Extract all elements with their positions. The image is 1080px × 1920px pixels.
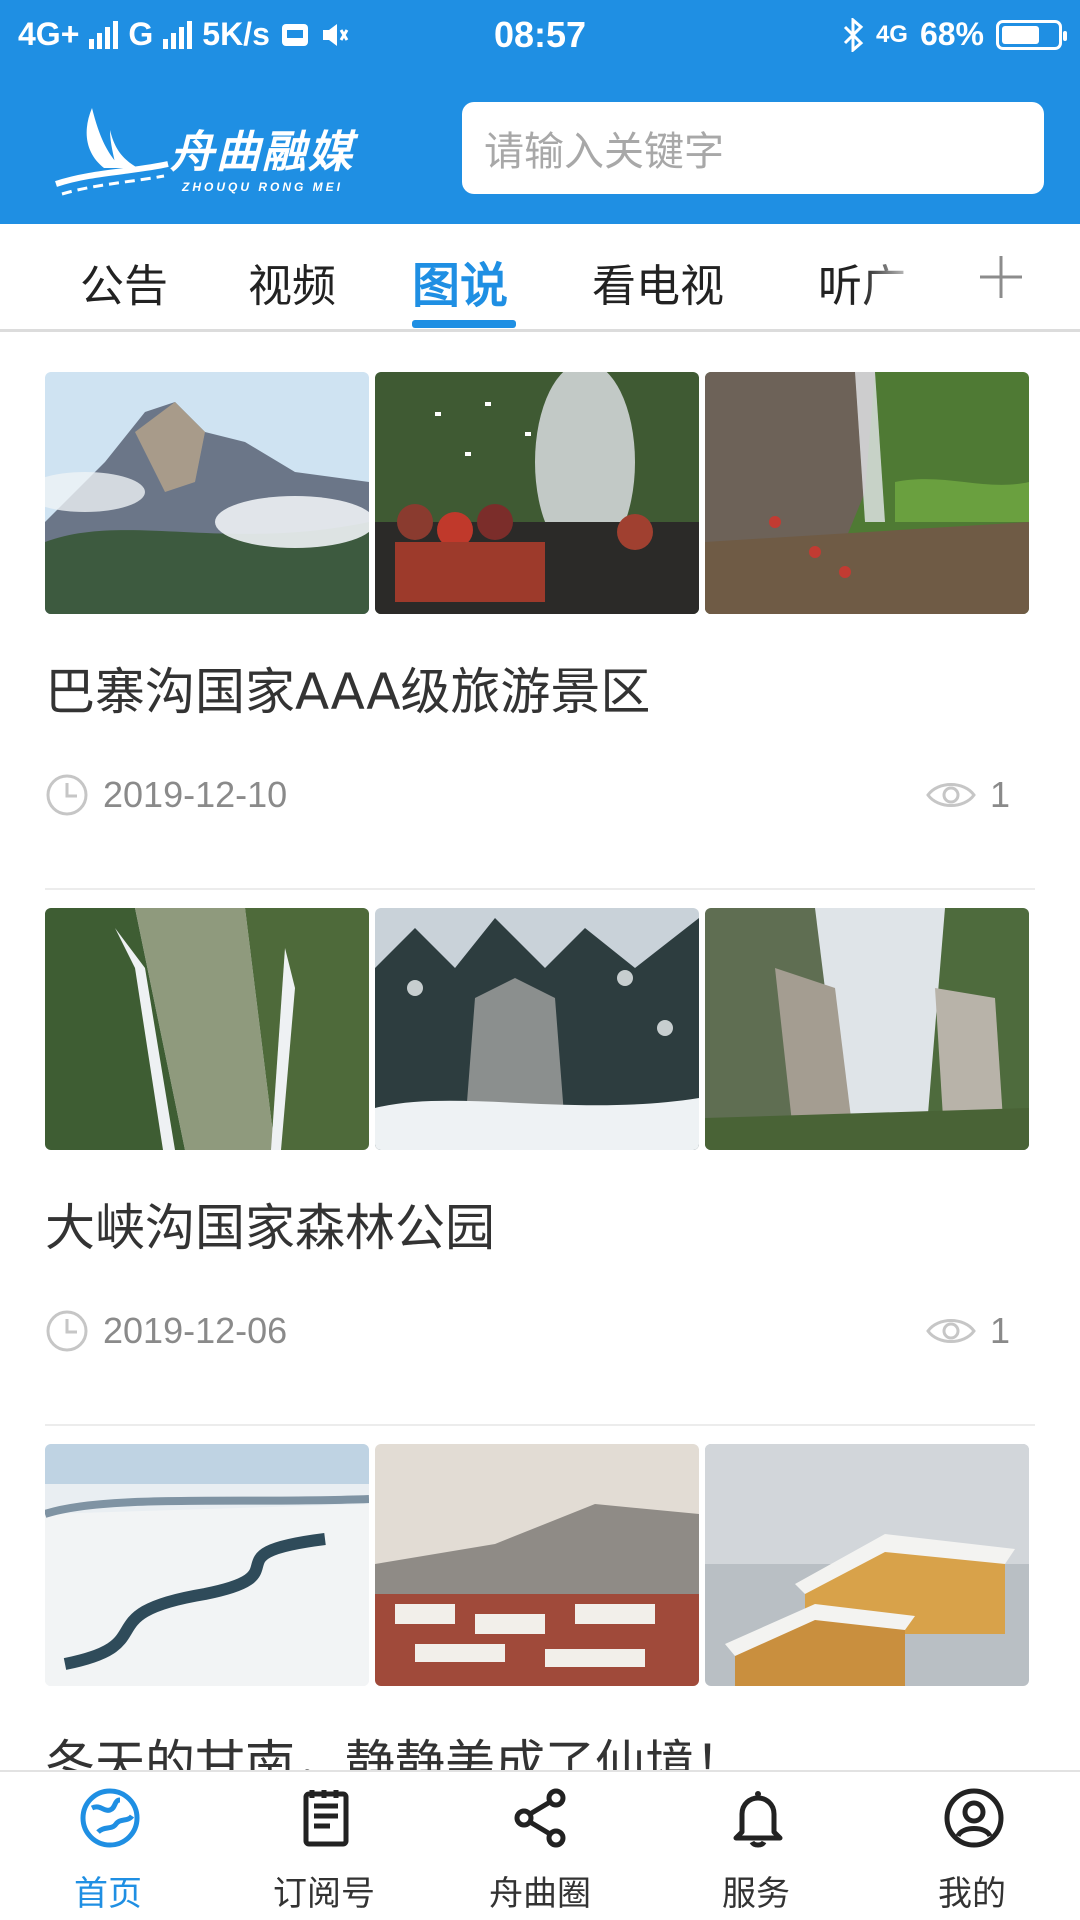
nav-subscriptions[interactable]: 订阅号 <box>234 1772 414 1920</box>
nav-services[interactable]: 服务 <box>666 1772 846 1920</box>
views-eye-icon <box>926 783 976 807</box>
monastery-photo[interactable] <box>375 1444 699 1686</box>
view-count: 1 <box>989 774 1010 815</box>
snow-forest-photo[interactable] <box>375 908 699 1150</box>
gorge-photo[interactable] <box>705 908 1029 1150</box>
tab-videos[interactable]: 视频 <box>248 250 336 314</box>
network-right-label: 4G <box>875 20 908 48</box>
list-item[interactable]: 大峡沟国家森林公园 2019-12-06 1 <box>0 908 1080 1444</box>
cliff-photo[interactable] <box>705 372 1029 614</box>
nav-profile[interactable]: 我的 <box>882 1772 1062 1920</box>
app-screen: 4G+ G 5K/s 08:57 4G 68% 舟曲融媒 ZHOUQU RONG… <box>0 0 1080 1920</box>
view-count: 1 <box>989 1310 1010 1351</box>
search-input[interactable]: 请输入关键字 <box>462 102 1044 194</box>
logo-subtext: ZHOUQU RONG MEI <box>182 180 343 194</box>
nav-circle[interactable]: 舟曲圈 <box>450 1772 630 1920</box>
list-item[interactable]: 巴寨沟国家AAA级旅游景区 2019-12-10 1 <box>0 372 1080 908</box>
document-icon <box>303 1790 349 1847</box>
category-tabs: 公告 视频 图说 看电视 听广 <box>0 224 1080 332</box>
sail-logo-icon <box>55 108 169 196</box>
nav-home-label: 首页 <box>74 1874 142 1914</box>
festival-photo[interactable] <box>375 372 699 614</box>
mountain-photo[interactable] <box>45 372 369 614</box>
divider <box>45 888 1035 890</box>
bluetooth-icon <box>843 17 864 52</box>
tab-photo-stories[interactable]: 图说 <box>412 246 508 316</box>
article-date: 2019-12-06 <box>103 1310 288 1351</box>
battery-icon <box>996 19 1067 50</box>
active-tab-indicator <box>412 320 516 328</box>
globe-icon <box>80 1788 140 1848</box>
article-meta: 2019-12-10 1 <box>45 770 1010 820</box>
tab-watch-tv[interactable]: 看电视 <box>592 250 724 314</box>
article-title[interactable]: 巴寨沟国家AAA级旅游景区 <box>45 652 650 724</box>
app-bar: 舟曲融媒 ZHOUQU RONG MEI 请输入关键字 <box>0 86 1080 224</box>
battery-percent: 68% <box>919 16 984 52</box>
app-logo[interactable]: 舟曲融媒 ZHOUQU RONG MEI <box>52 102 382 202</box>
thumbnail-row <box>45 1444 1030 1686</box>
nav-services-label: 服务 <box>722 1874 790 1914</box>
add-channel-icon[interactable] <box>978 254 1024 300</box>
header: 4G+ G 5K/s 08:57 4G 68% 舟曲融媒 ZHOUQU RONG… <box>0 0 1080 224</box>
logo-text: 舟曲融媒 <box>170 127 354 178</box>
thumbnail-row <box>45 908 1030 1150</box>
snow-village-photo[interactable] <box>705 1444 1029 1686</box>
share-icon <box>514 1788 566 1848</box>
nav-subscriptions-label: 订阅号 <box>273 1874 375 1914</box>
bell-icon <box>733 1791 783 1848</box>
nav-circle-label: 舟曲圈 <box>489 1874 591 1914</box>
status-bar: 4G+ G 5K/s 08:57 4G 68% <box>0 0 1080 76</box>
search-placeholder: 请输入关键字 <box>484 129 724 175</box>
user-icon <box>944 1788 1004 1848</box>
nav-profile-label: 我的 <box>938 1874 1006 1914</box>
article-date: 2019-12-10 <box>103 774 288 815</box>
clock-icon <box>46 1310 88 1352</box>
views-eye-icon <box>926 1319 976 1343</box>
tab-fade <box>862 224 952 324</box>
clock-icon <box>46 774 88 816</box>
waterfall-photo[interactable] <box>45 908 369 1150</box>
snow-river-photo[interactable] <box>45 1444 369 1686</box>
divider <box>45 1424 1035 1426</box>
bottom-navigation: 首页 订阅号 舟曲圈 服务 我的 <box>0 1770 1080 1920</box>
thumbnail-row <box>45 372 1030 614</box>
article-meta: 2019-12-06 1 <box>45 1306 1010 1356</box>
article-title[interactable]: 大峡沟国家森林公园 <box>45 1188 495 1260</box>
tab-announcements[interactable]: 公告 <box>80 250 168 314</box>
nav-home[interactable]: 首页 <box>18 1772 198 1920</box>
